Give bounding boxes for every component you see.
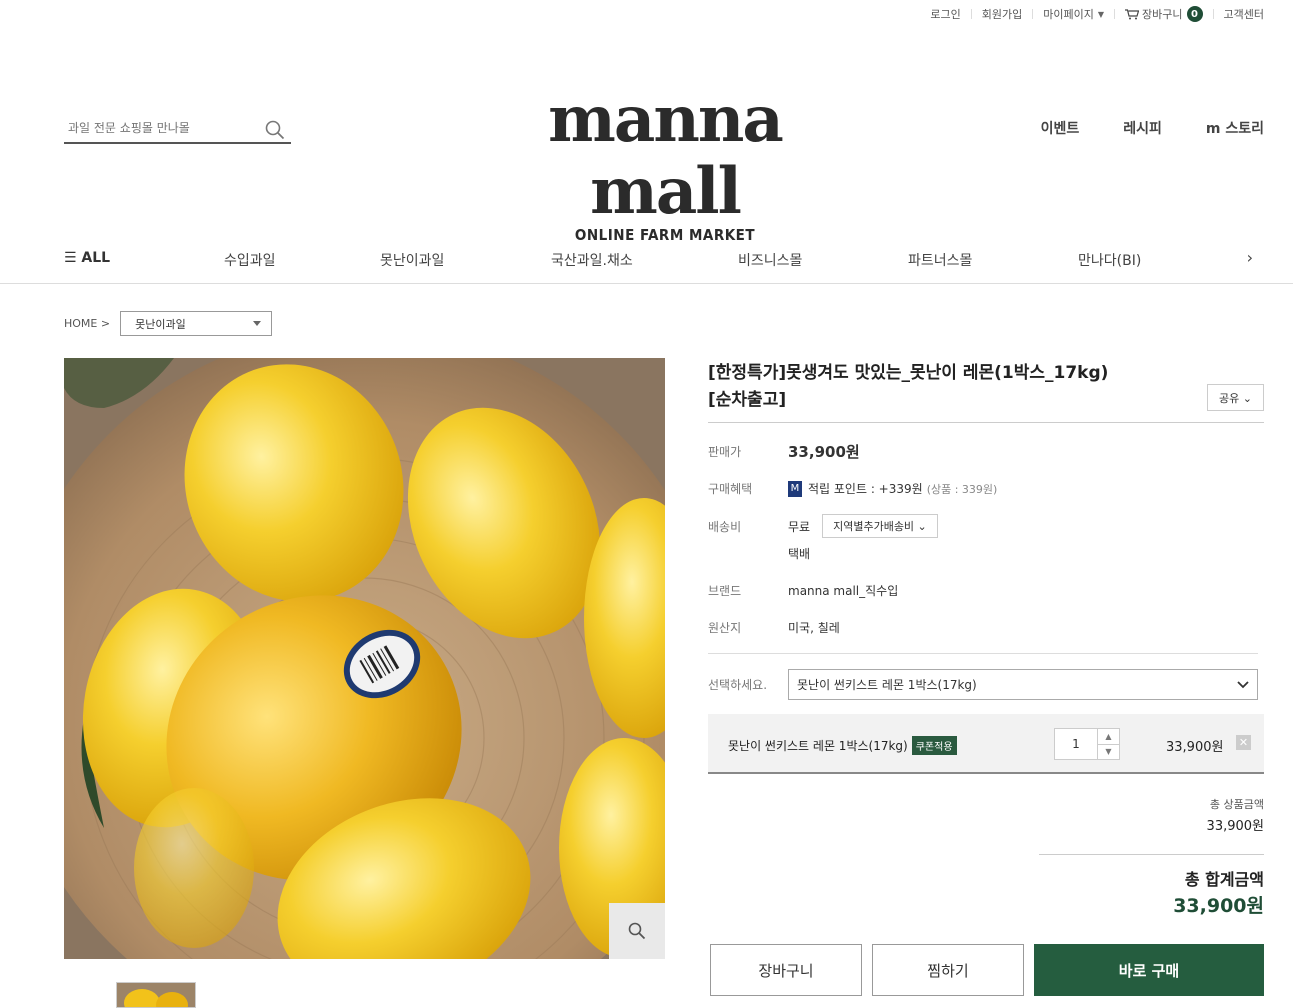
caret-down-icon: ▼ <box>1097 9 1105 19</box>
signup-link[interactable]: 회원가입 <box>972 6 1032 22</box>
quantity-input[interactable]: 1 <box>1055 729 1097 759</box>
price-value: 33,900원 <box>788 443 860 461</box>
coupon-badge: 쿠폰적용 <box>911 736 957 755</box>
header-nav: 이벤트 레시피 m 스토리 <box>997 118 1264 138</box>
shipping-row: 배송비 무료 지역별추가배송비 ⌄ <box>708 514 938 538</box>
cart-link[interactable]: 장바구니 0 <box>1115 6 1212 22</box>
search-input[interactable] <box>64 114 254 142</box>
category-domestic[interactable]: 국산과일.채소 <box>551 250 633 270</box>
origin-value: 미국, 칠레 <box>788 621 840 635</box>
option-select-value: 못난이 썬키스트 레몬 1박스(17kg) <box>797 678 977 692</box>
nav-story[interactable]: m 스토리 <box>1206 118 1264 138</box>
product-title: [한정특가]못생겨도 맛있는_못난이 레몬(1박스_17kg)[순차출고] <box>708 363 1109 410</box>
divider <box>708 653 1258 654</box>
option-label: 선택하세요. <box>708 678 768 692</box>
shipping-value: 무료 <box>788 519 811 534</box>
zoom-button[interactable] <box>609 903 665 959</box>
product-thumbnail[interactable] <box>116 982 196 1008</box>
chevron-down-icon <box>1237 680 1249 688</box>
magnifier-icon <box>628 922 646 940</box>
mypage-label: 마이페이지 <box>1043 8 1094 21</box>
cart-icon <box>1125 8 1140 19</box>
chevron-right-icon[interactable]: › <box>1247 248 1253 267</box>
option-select[interactable]: 못난이 썬키스트 레몬 1박스(17kg) <box>788 669 1258 700</box>
search-box <box>64 114 291 144</box>
quantity-down-button[interactable]: ▼ <box>1098 745 1119 760</box>
product-image <box>64 358 665 959</box>
nav-event[interactable]: 이벤트 <box>1041 118 1080 138</box>
site-logo[interactable]: manna mall ONLINE FARM MARKET <box>482 82 848 245</box>
total-value: 33,900원 <box>1173 895 1264 917</box>
support-link[interactable]: 고객센터 <box>1214 6 1264 22</box>
shipping-label: 배송비 <box>708 519 742 534</box>
divider <box>1039 854 1264 855</box>
subtotal-value: 33,900원 <box>1206 819 1264 834</box>
cart-count-badge: 0 <box>1186 6 1203 22</box>
caret-down-icon <box>253 321 262 326</box>
add-to-cart-button[interactable]: 장바구니 <box>710 944 862 996</box>
remove-option-button[interactable]: ✕ <box>1236 735 1251 750</box>
quantity-up-button[interactable]: ▲ <box>1098 729 1119 745</box>
origin-label: 원산지 <box>708 621 742 635</box>
selected-option-name: 못난이 썬키스트 레몬 1박스(17kg) <box>728 739 908 753</box>
main-category-nav: ☰ ALL 수입과일 못난이과일 국산과일.채소 비즈니스몰 파트너스몰 만나다… <box>0 242 1293 284</box>
wishlist-button[interactable]: 찜하기 <box>872 944 1024 996</box>
category-imported[interactable]: 수입과일 <box>224 250 276 270</box>
benefit-label: 구매혜택 <box>708 482 753 496</box>
nav-recipe[interactable]: 레시피 <box>1123 118 1162 138</box>
brand-value: manna mall_직수입 <box>788 584 899 598</box>
benefit-row: 구매혜택 M 적립 포인트 : +339원 (상품 : 339원) <box>708 480 997 497</box>
quantity-stepper: 1 ▲ ▼ <box>1054 728 1120 760</box>
shipping-extra-select[interactable]: 지역별추가배송비 ⌄ <box>822 514 938 538</box>
all-menu-button[interactable]: ☰ ALL <box>64 250 110 266</box>
mypage-link[interactable]: 마이페이지 ▼ <box>1033 6 1114 22</box>
shipping-method: 택배 <box>788 547 811 561</box>
category-select[interactable]: 못난이과일 <box>120 311 273 336</box>
category-select-value: 못난이과일 <box>135 317 186 331</box>
option-row: 선택하세요. 못난이 썬키스트 레몬 1박스(17kg) <box>708 669 1258 700</box>
brand-row: 브랜드 manna mall_직수입 <box>708 582 898 599</box>
category-ugly[interactable]: 못난이과일 <box>380 250 444 270</box>
price-label: 판매가 <box>708 445 742 459</box>
logo-brand: manna mall <box>548 82 784 229</box>
breadcrumb: HOME > 못난이과일 <box>64 311 273 336</box>
cart-label: 장바구니 <box>1142 8 1183 21</box>
category-partners[interactable]: 파트너스몰 <box>908 250 972 270</box>
login-link[interactable]: 로그인 <box>920 6 970 22</box>
share-button[interactable]: 공유 ⌄ <box>1207 384 1264 411</box>
selected-option-box: 못난이 썬키스트 레몬 1박스(17kg) 쿠폰적용 1 ▲ ▼ 33,900원… <box>708 714 1264 774</box>
search-icon[interactable] <box>265 120 285 140</box>
category-business[interactable]: 비즈니스몰 <box>738 250 802 270</box>
benefit-text: 적립 포인트 : +339원 <box>808 482 923 496</box>
buy-now-button[interactable]: 바로 구매 <box>1034 944 1264 996</box>
category-bi[interactable]: 만나다(BI) <box>1078 250 1141 270</box>
brand-label: 브랜드 <box>708 584 742 598</box>
shipping-method-row: 택배 <box>788 545 810 562</box>
price-row: 판매가 33,900원 <box>708 441 860 462</box>
utility-nav: 로그인 회원가입 마이페이지 ▼ 장바구니 0 고객센터 <box>920 6 1264 22</box>
origin-row: 원산지 미국, 칠레 <box>708 619 840 636</box>
total-label: 총 합계금액 <box>1184 870 1264 889</box>
breadcrumb-home[interactable]: HOME > <box>64 317 110 330</box>
divider <box>708 422 1264 423</box>
point-badge-icon: M <box>788 480 802 497</box>
subtotal-label: 총 상품금액 <box>1209 798 1264 811</box>
selected-option-price: 33,900원 <box>1166 740 1224 755</box>
benefit-sub: (상품 : 339원) <box>926 482 998 496</box>
